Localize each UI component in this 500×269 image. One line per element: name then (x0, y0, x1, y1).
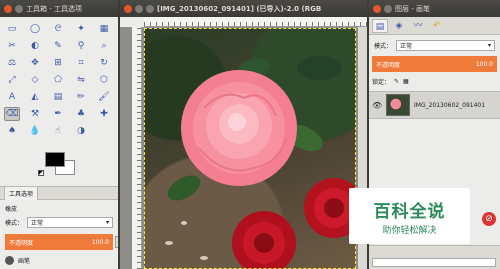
mode-row: 模式： 正常 ▾ (0, 215, 118, 230)
toolbox-titlebar: 工具箱 - 工具选项 (0, 0, 118, 17)
paintbrush-tool-icon[interactable]: 🖌 (96, 90, 112, 104)
pencil-tool-icon[interactable]: ✏ (73, 90, 89, 104)
minimize-icon[interactable] (135, 4, 143, 13)
perspective-tool-icon[interactable]: ⬠ (50, 73, 66, 87)
toolbox-title: 工具箱 - 工具选项 (26, 4, 82, 13)
perspective-clone-tool-icon[interactable]: ♠ (4, 124, 20, 138)
color-picker-tool-icon[interactable]: ⚲ (73, 39, 89, 53)
move-tool-icon[interactable]: ✥ (27, 56, 43, 70)
layer-name[interactable]: IMG_20130602_091401 (414, 102, 485, 109)
blur-tool-icon[interactable]: 💧 (27, 124, 43, 138)
opacity-label: 不透明度 (9, 239, 34, 247)
maximize-icon[interactable] (146, 4, 154, 13)
dodge-tool-icon[interactable]: ◑ (73, 124, 89, 138)
minimize-icon[interactable] (384, 4, 392, 13)
brush-preview-icon[interactable] (5, 256, 14, 265)
close-icon[interactable] (373, 4, 381, 13)
color-area (0, 146, 118, 186)
lock-label: 锁定： (372, 79, 391, 86)
brush-row: 画笔 (0, 254, 118, 267)
zoom-tool-icon[interactable]: ⌕ (96, 39, 112, 53)
image-titlebar: [IMG_20130602_091401] (已导入)-2.0 (RGB (120, 0, 367, 17)
undo-tab-icon[interactable]: ↶ (429, 19, 445, 33)
heal-tool-icon[interactable]: ✚ (96, 107, 112, 121)
layer-item[interactable]: 👁 IMG_20130602_091401 (369, 91, 500, 119)
toolbox-window: 工具箱 - 工具选项 ▭ ◯ ᘓ ✦ ▦ ✂ ◐ ✎ ⚲ ⌕ ⚖ ✥ ⊞ ⌗ ↻… (0, 0, 118, 269)
eraser-tool-icon[interactable]: ⌫ (4, 107, 20, 121)
brush-label: 画笔 (18, 258, 31, 265)
layers-search-input[interactable] (372, 258, 496, 267)
rect-select-tool-icon[interactable]: ▭ (4, 22, 20, 36)
layer-mode-value: 正常 (400, 43, 413, 50)
lock-row: 锁定： ✎ ▦ (369, 75, 500, 88)
crop-tool-icon[interactable]: ⌗ (73, 56, 89, 70)
tool-options-tabrow: 工具选项 (0, 186, 118, 200)
opacity-value: 100.0 (91, 238, 109, 246)
eye-icon[interactable]: 👁 (372, 101, 382, 110)
layer-mode-select[interactable]: 正常 ▾ (396, 40, 495, 51)
layer-opacity-slider[interactable]: 不透明度 100.0 (372, 56, 497, 72)
ellipse-select-tool-icon[interactable]: ◯ (27, 22, 43, 36)
close-icon[interactable] (4, 4, 12, 13)
default-colors-icon[interactable] (38, 170, 44, 176)
channels-tab-icon[interactable]: ◈ (391, 19, 407, 33)
foreground-color-swatch[interactable] (45, 152, 65, 167)
cage-tool-icon[interactable]: ⬡ (96, 73, 112, 87)
layers-tab-icon[interactable]: ▤ (372, 18, 388, 33)
minimize-icon[interactable] (15, 4, 23, 13)
watermark-logo: 百科全说 助你轻松解决 (349, 188, 470, 244)
layer-mode-label: 模式： (374, 43, 393, 50)
layer-mode-row: 模式： 正常 ▾ (369, 38, 500, 53)
opacity-spinner[interactable] (115, 236, 118, 248)
image-title: [IMG_20130602_091401] (已导入)-2.0 (RGB (157, 4, 322, 13)
ink-tool-icon[interactable]: ✒ (50, 107, 66, 121)
blend-tool-icon[interactable]: ▤ (50, 90, 66, 104)
layer-thumbnail (386, 94, 410, 116)
image-canvas[interactable] (144, 28, 356, 269)
vertical-ruler[interactable] (132, 27, 142, 269)
foreground-select-tool-icon[interactable]: ◐ (27, 39, 43, 53)
scissors-tool-icon[interactable]: ✂ (4, 39, 20, 53)
tab-tool-options[interactable]: 工具选项 (4, 186, 39, 200)
paths-tool-icon[interactable]: ✎ (50, 39, 66, 53)
scale-tool-icon[interactable]: ⤢ (4, 73, 20, 87)
image-window: [IMG_20130602_091401] (已导入)-2.0 (RGB (120, 0, 367, 269)
watermark-subtitle: 助你轻松解决 (382, 225, 437, 236)
tool-name: 橡皮 (5, 206, 18, 213)
close-icon[interactable] (124, 4, 132, 13)
lock-alpha-icon[interactable]: ▦ (403, 78, 409, 85)
bucket-fill-tool-icon[interactable]: ◭ (27, 90, 43, 104)
mode-label: 模式： (5, 220, 24, 227)
layers-titlebar: 图层 - 画笔 (369, 0, 500, 17)
fuzzy-select-tool-icon[interactable]: ✦ (73, 22, 89, 36)
rotate-tool-icon[interactable]: ↻ (96, 56, 112, 70)
layer-opacity-value: 100.0 (475, 60, 493, 68)
smudge-tool-icon[interactable]: ☝ (50, 124, 66, 138)
horizontal-ruler[interactable] (144, 17, 367, 27)
chevron-down-icon: ▾ (487, 42, 491, 49)
opacity-slider[interactable]: 不透明度 100.0 (5, 234, 118, 250)
lasso-tool-icon[interactable]: ᘓ (50, 22, 66, 36)
flip-tool-icon[interactable]: ⇋ (73, 73, 89, 87)
delete-layer-icon[interactable]: ⊘ (482, 212, 496, 226)
rose-photo (165, 56, 356, 269)
measure-tool-icon[interactable]: ⚖ (4, 56, 20, 70)
color-select-tool-icon[interactable]: ▦ (96, 22, 112, 36)
airbrush-tool-icon[interactable]: ⚒ (27, 107, 43, 121)
clone-tool-icon[interactable]: ♣ (73, 107, 89, 121)
mode-value: 正常 (31, 220, 44, 227)
mode-select[interactable]: 正常 ▾ (27, 217, 113, 228)
align-tool-icon[interactable]: ⊞ (50, 56, 66, 70)
layers-bottom-bar (369, 245, 500, 269)
layers-title: 图层 - 画笔 (395, 4, 430, 13)
text-tool-icon[interactable]: A (4, 90, 20, 104)
dock-tabs: ▤ ◈ 〰 ↶ (369, 17, 500, 35)
shear-tool-icon[interactable]: ◇ (27, 73, 43, 87)
layer-opacity-label: 不透明度 (376, 61, 401, 69)
watermark-title: 百科全说 (373, 201, 446, 222)
chevron-down-icon: ▾ (105, 219, 109, 226)
lock-pixels-icon[interactable]: ✎ (394, 78, 399, 85)
paths-tab-icon[interactable]: 〰 (410, 19, 426, 33)
tool-grid: ▭ ◯ ᘓ ✦ ▦ ✂ ◐ ✎ ⚲ ⌕ ⚖ ✥ ⊞ ⌗ ↻ ⤢ ◇ ⬠ ⇋ ⬡ … (0, 17, 118, 138)
